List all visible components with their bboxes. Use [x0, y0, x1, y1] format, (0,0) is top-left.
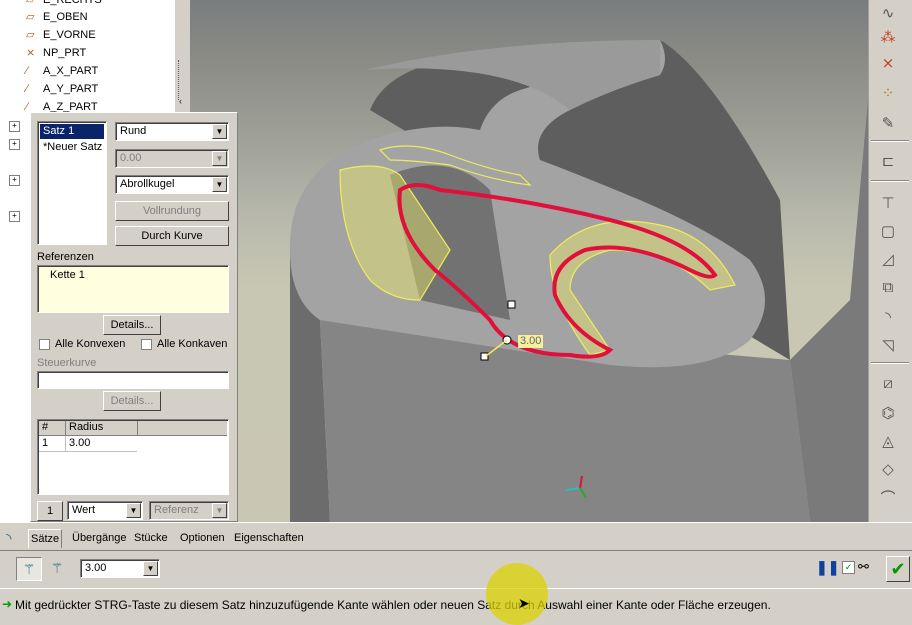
extend-icon[interactable]: ⌒ [875, 484, 901, 510]
glasses-preview-icon[interactable]: ⚯ [858, 559, 869, 575]
datum-plane-icon: ▱ [26, 11, 35, 23]
tree-expander[interactable]: + [9, 175, 20, 186]
pause-icon[interactable]: ❚❚ [816, 559, 839, 577]
radius-value-dropdown[interactable]: 3.00 ▼ [80, 559, 160, 578]
row-index-field[interactable]: 1 [37, 501, 63, 521]
dashboard-tabs: ◝ Sätze Übergänge Stücke Optionen Eigens… [0, 522, 912, 551]
round-icon[interactable]: ◝ [875, 304, 901, 330]
guide-curve-field[interactable] [37, 371, 229, 389]
apply-checkmark-icon[interactable]: ✔ [886, 556, 910, 582]
guide-curve-details-button: Details... [103, 391, 161, 411]
all-convex-label: Alle Konvexen [55, 338, 126, 350]
round-set-mode-icon[interactable]: ⚚ [16, 557, 42, 581]
chevron-down-icon: ▼ [143, 561, 158, 576]
tree-item[interactable]: ∕ A_Z_PART [26, 98, 98, 112]
mirror-icon[interactable]: ⌬ [875, 400, 901, 426]
new-set-item[interactable]: *Neuer Satz [40, 140, 102, 155]
analysis-icon[interactable]: ⁘ [875, 80, 901, 106]
round-feature-icon: ◝ [6, 530, 12, 546]
references-details-button[interactable]: Details... [103, 315, 161, 335]
tab-optionen[interactable]: Optionen [178, 529, 227, 547]
tree-background [0, 112, 30, 522]
dashboard-bar: ⚚ ⚚ 3.00 ▼ ❚❚ ✓ ⚯ ✔ [0, 550, 912, 587]
collapse-arrow-icon[interactable]: ‹ [179, 96, 182, 106]
status-message: Mit gedrückter STRG-Taste zu diesem Satz… [15, 598, 771, 612]
chevron-down-icon: ▼ [212, 177, 227, 192]
tab-stuecke[interactable]: Stücke [132, 529, 170, 547]
table-row[interactable]: 1 3.00 [39, 436, 137, 452]
trim-icon[interactable]: ◇ [875, 456, 901, 482]
radius-dimension-label[interactable]: 3.00 [518, 335, 544, 348]
hole-icon[interactable]: ⊤ [875, 190, 901, 216]
mouse-cursor-icon: ➤ [518, 595, 530, 611]
chevron-down-icon: ▼ [212, 503, 227, 518]
tree-expander[interactable]: + [9, 211, 20, 222]
all-convex-checkbox[interactable] [39, 339, 50, 350]
tree-item[interactable]: ∕ A_X_PART [26, 62, 98, 80]
references-list[interactable]: Kette 1 [37, 265, 229, 313]
coordinate-system-icon: ⨯ [26, 47, 36, 59]
preview-checkbox[interactable]: ✓ [842, 561, 855, 574]
datum-plane-icon: ▱ [26, 29, 35, 41]
transition-mode-icon[interactable]: ⚚ [44, 557, 70, 581]
through-curve-button[interactable]: Durch Kurve [115, 226, 229, 246]
drag-handle[interactable] [507, 300, 516, 309]
conic-value-dropdown: 0.00 ▼ [115, 149, 229, 168]
tree-item[interactable]: ▱ E_OBEN [26, 8, 88, 26]
radius-mode-dropdown[interactable]: Wert ▼ [67, 501, 143, 520]
datum-axis-icon: ∕ [26, 65, 28, 77]
reference-dropdown: Referenz ▼ [149, 501, 229, 520]
sketch-curve-icon[interactable]: ∿ [875, 0, 901, 26]
model-tree: ▱ E_RECHTS ▱ E_OBEN ▱ E_VORNE ⨯ NP_PRT ∕ A_X_… [0, 0, 174, 112]
all-concave-label: Alle Konkaven [157, 338, 228, 350]
reference-item[interactable]: Kette 1 [50, 269, 85, 281]
tree-expander[interactable]: + [9, 121, 20, 132]
datum-point-icon[interactable]: ⁂ [875, 24, 901, 50]
round-shape-dropdown[interactable]: Rund ▼ [115, 122, 229, 141]
chevron-down-icon: ▼ [126, 503, 141, 518]
guide-curve-label: Steuerkurve [37, 357, 97, 369]
right-toolbar: ∿ ⁂ ⨯ ⁘ ✎ ⊏ ⊤ ▢ ◿ ⧉ ◝ ◹ ⧄ ⌬ ◬ ◇ ⌒ [868, 0, 912, 522]
chevron-down-icon: ▼ [212, 124, 227, 139]
chamfer-icon[interactable]: ◹ [875, 332, 901, 358]
rib-icon[interactable]: ◿ [875, 246, 901, 272]
tree-scrollbar[interactable]: ‹ [174, 0, 191, 112]
tab-eigenschaften[interactable]: Eigenschaften [232, 529, 306, 547]
splitter-grip[interactable] [178, 60, 188, 100]
sets-list[interactable]: Satz 1 *Neuer Satz [37, 121, 107, 245]
datum-axis-icon: ∕ [26, 101, 28, 112]
sets-panel: Satz 1 *Neuer Satz Rund ▼ 0.00 ▼ Abrollkug… [30, 112, 238, 522]
extrude-icon[interactable]: ⊏ [875, 148, 901, 174]
column-header: Radius [65, 421, 103, 435]
references-label: Referenzen [37, 251, 94, 263]
tree-item[interactable]: ▱ E_VORNE [26, 26, 96, 44]
radius-table[interactable]: # Radius 1 3.00 [37, 419, 229, 495]
table-header: # Radius [39, 421, 227, 436]
tab-saetze[interactable]: Sätze [28, 529, 63, 548]
copy-icon[interactable]: ⧄ [875, 370, 901, 396]
draft-icon[interactable]: ⧉ [875, 274, 901, 300]
status-bar: ➜ Mit gedrückter STRG-Taste zu diesem Sa… [0, 563, 912, 625]
set-item[interactable]: Satz 1 [40, 124, 104, 139]
row-index: 1 [42, 437, 49, 449]
creation-method-dropdown[interactable]: Abrollkugel ▼ [115, 175, 229, 194]
full-round-button: Vollrundung [115, 201, 229, 221]
tree-expander[interactable]: + [9, 139, 20, 150]
merge-icon[interactable]: ◬ [875, 428, 901, 454]
radius-value-cell[interactable]: 3.00 [65, 436, 90, 451]
tree-item[interactable]: ⨯ NP_PRT [26, 44, 86, 62]
tree-item[interactable]: ∕ A_Y_PART [26, 80, 98, 98]
drag-handle[interactable] [480, 352, 489, 361]
tab-uebergaenge[interactable]: Übergänge [70, 529, 128, 547]
shell-icon[interactable]: ▢ [875, 218, 901, 244]
status-arrow-icon: ➜ [2, 597, 13, 611]
chevron-down-icon: ▼ [212, 151, 227, 166]
column-header: # [42, 421, 49, 433]
all-concave-checkbox[interactable] [141, 339, 152, 350]
graphics-viewport[interactable]: 3.00 [190, 0, 868, 522]
model-render[interactable] [190, 0, 868, 522]
datum-axis-icon: ∕ [26, 83, 28, 95]
coordinate-system-icon[interactable]: ⨯ [875, 50, 901, 76]
annotation-icon[interactable]: ✎ [875, 110, 901, 136]
